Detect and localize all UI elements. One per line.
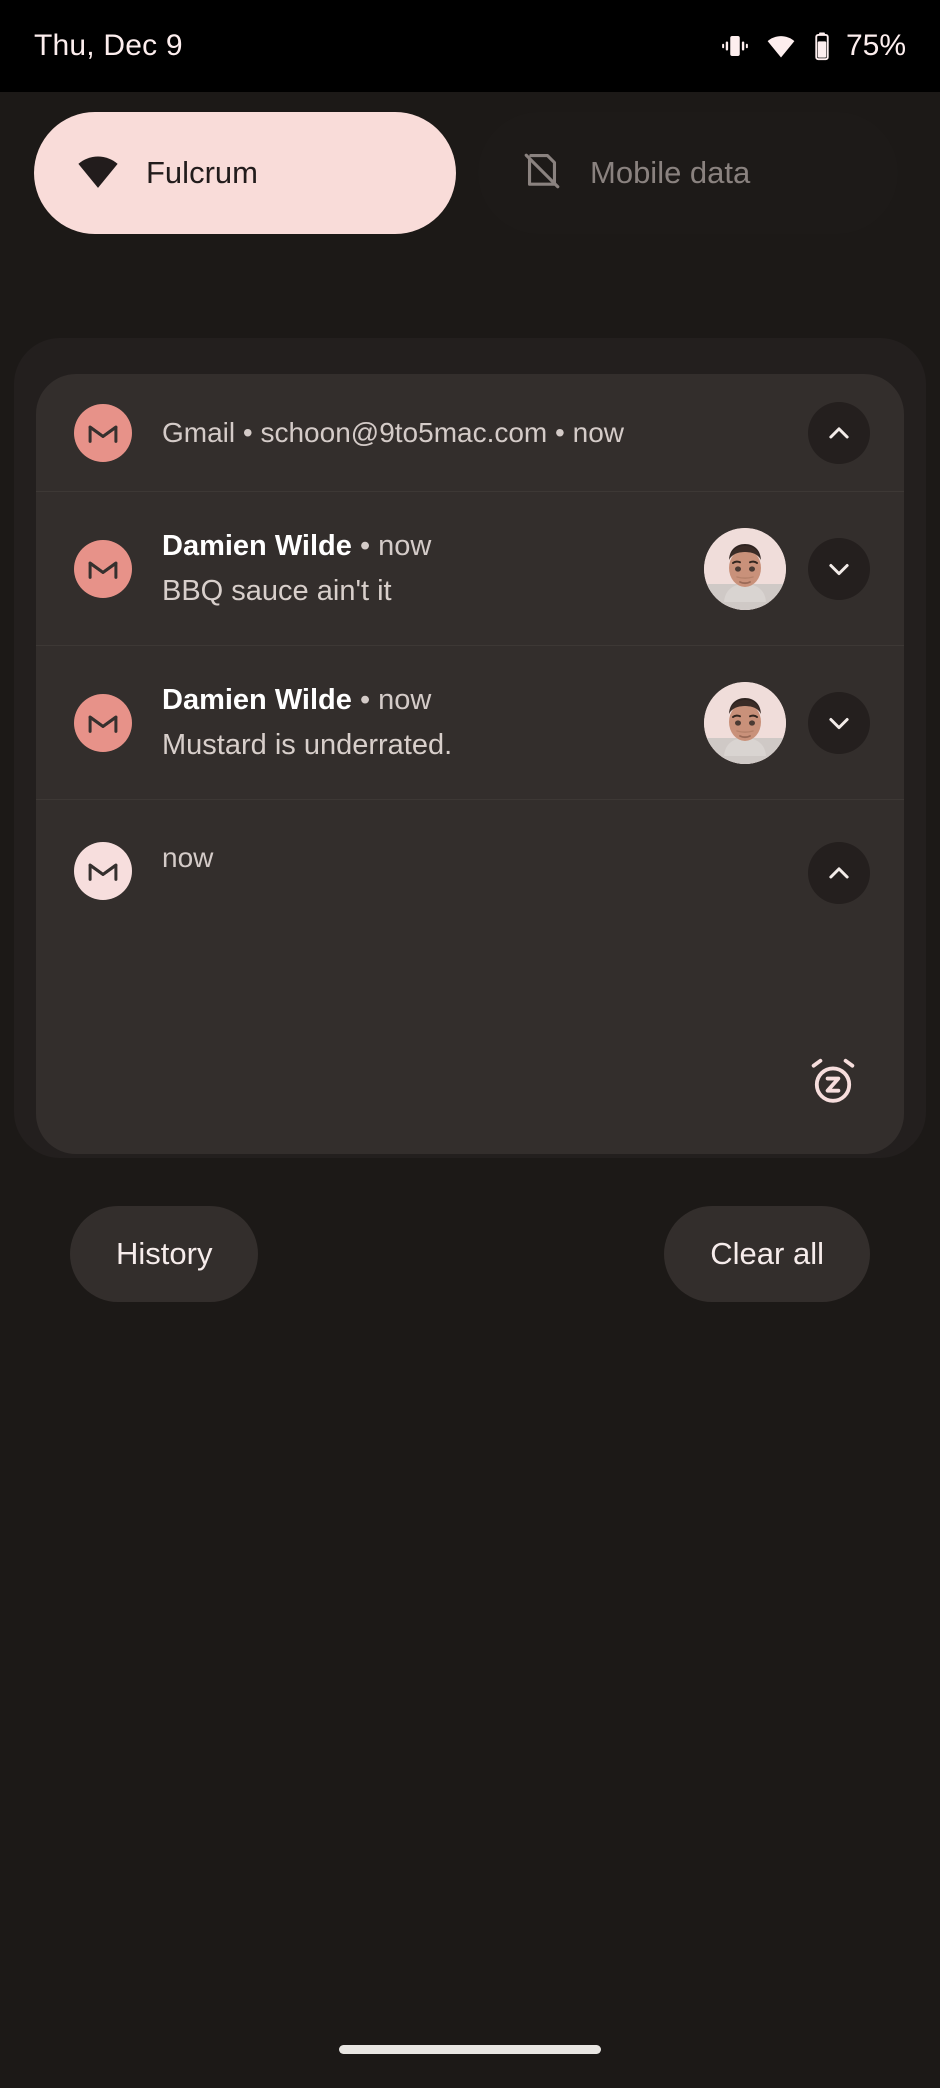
chevron-up-icon xyxy=(824,418,854,448)
home-gesture-bar[interactable] xyxy=(339,2045,601,2054)
notification-item-body: Damien Wilde • now BBQ sauce ain't it xyxy=(162,527,686,611)
expand-notification-button[interactable] xyxy=(808,691,870,754)
notification-title: Damien Wilde • now xyxy=(162,681,686,720)
notification-item-body: Damien Wilde • now Mustard is underrated… xyxy=(162,681,686,765)
status-bar-date: Thu, Dec 9 xyxy=(34,29,183,62)
notification-separator: • xyxy=(351,683,379,716)
gmail-icon xyxy=(74,693,132,752)
notification-group-header-text: Gmail • schoon@9to5mac.com • now xyxy=(162,416,624,448)
status-bar: Thu, Dec 9 75% xyxy=(0,0,940,92)
vibrate-icon xyxy=(720,31,750,61)
notification-message-text: Mustard is underrated. xyxy=(162,728,453,761)
notification-sender: Damien Wilde xyxy=(162,529,352,562)
clear-all-button[interactable]: Clear all xyxy=(664,1206,870,1302)
wifi-icon xyxy=(76,149,120,198)
snooze-icon xyxy=(806,1054,860,1108)
battery-icon xyxy=(812,31,832,61)
notification-group-gmail: Gmail • schoon@9to5mac.com • now Damien … xyxy=(36,374,904,1154)
notification-item[interactable]: Damien Wilde • now Mustard is underrated… xyxy=(36,646,904,800)
chevron-up-icon xyxy=(824,858,854,888)
notification-item[interactable]: Damien Wilde • now BBQ sauce ain't it xyxy=(36,492,904,646)
status-bar-icons: 75% xyxy=(720,29,906,63)
avatar xyxy=(704,527,786,610)
gmail-icon xyxy=(74,539,132,598)
avatar xyxy=(704,681,786,764)
notification-sender: Damien Wilde xyxy=(162,683,352,716)
quick-tile-mobile-data-label: Mobile data xyxy=(590,155,751,190)
chevron-down-icon xyxy=(824,554,854,584)
collapse-group-button[interactable] xyxy=(808,401,870,464)
gmail-icon xyxy=(74,842,132,900)
battery-percent-label: 75% xyxy=(845,29,906,62)
gmail-icon xyxy=(74,403,132,462)
notification-summary-row[interactable]: now xyxy=(36,800,904,1154)
notification-group-header[interactable]: Gmail • schoon@9to5mac.com • now xyxy=(36,374,904,492)
shade-action-buttons: History Clear all xyxy=(0,1206,940,1302)
quick-tile-mobile-data[interactable]: Mobile data xyxy=(478,112,898,234)
snooze-button[interactable] xyxy=(806,1054,860,1108)
notification-timestamp: now xyxy=(378,683,432,716)
notification-shade-screen: Thu, Dec 9 75% Fulcrum Mobile data Gmail… xyxy=(0,0,940,2088)
notification-timestamp: now xyxy=(378,529,432,562)
notification-group-header-body: Gmail • schoon@9to5mac.com • now xyxy=(162,417,786,449)
mobile-data-off-icon xyxy=(520,149,564,198)
notification-separator: • xyxy=(351,529,379,562)
quick-settings-row: Fulcrum Mobile data xyxy=(0,112,940,234)
notification-summary-body: now xyxy=(162,842,786,874)
notification-summary-timestamp: now xyxy=(162,842,214,873)
history-button[interactable]: History xyxy=(70,1206,259,1302)
chevron-down-icon xyxy=(824,708,854,738)
notification-title: Damien Wilde • now xyxy=(162,527,686,566)
quick-tile-wifi-label: Fulcrum xyxy=(146,155,258,190)
collapse-summary-button[interactable] xyxy=(808,842,870,904)
notification-message-text: BBQ sauce ain't it xyxy=(162,574,392,607)
expand-notification-button[interactable] xyxy=(808,537,870,600)
quick-tile-wifi[interactable]: Fulcrum xyxy=(34,112,456,234)
wifi-icon xyxy=(766,31,796,61)
